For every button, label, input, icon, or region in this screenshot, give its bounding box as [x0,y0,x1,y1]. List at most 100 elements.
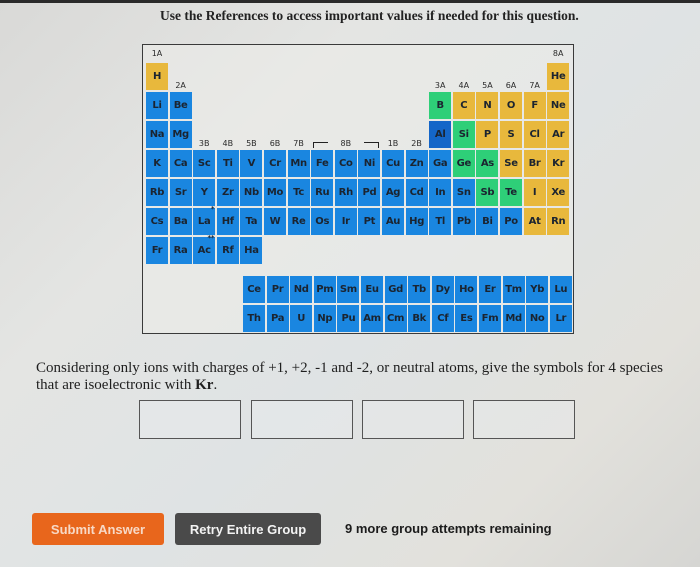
element-fe[interactable]: Fe [311,150,334,177]
element-nd[interactable]: Nd [290,276,313,303]
element-co[interactable]: Co [334,150,357,177]
element-tb[interactable]: Tb [408,276,431,303]
answer-field-4[interactable] [473,400,575,439]
element-ar[interactable]: Ar [547,121,570,148]
element-ba[interactable]: Ba [169,208,192,235]
element-ac[interactable]: Ac ** [193,235,216,264]
element-i[interactable]: I [523,179,546,206]
element-bi[interactable]: Bi [476,208,499,235]
element-th[interactable]: Th [243,305,265,332]
element-ag[interactable]: Ag [382,179,404,206]
element-p[interactable]: P [476,121,499,148]
element-es[interactable]: Es [455,305,478,332]
element-zr[interactable]: Zr [216,179,239,206]
element-ru[interactable]: Ru [311,179,334,206]
element-ce[interactable]: Ce [243,276,265,303]
element-ge[interactable]: Ge [452,150,475,177]
element-cl[interactable]: Cl [523,121,546,148]
element-v[interactable]: V [240,150,263,177]
element-ra[interactable]: Ra [169,237,192,264]
element-lu[interactable]: Lu [549,276,572,303]
element-br[interactable]: Br [523,150,546,177]
element-at[interactable]: At [523,208,546,235]
element-se[interactable]: Se [500,150,522,177]
element-ga[interactable]: Ga [429,150,452,177]
element-hf[interactable]: Hf [216,208,239,235]
element-lr[interactable]: Lr [549,305,572,332]
element-f[interactable]: F [523,92,546,119]
element-mn[interactable]: Mn [287,150,310,177]
element-au[interactable]: Au [382,208,404,235]
element-li[interactable]: Li [146,92,168,119]
element-k[interactable]: K [146,150,168,177]
element-ne[interactable]: Ne [547,92,570,119]
element-xe[interactable]: Xe [547,179,570,206]
element-ni[interactable]: Ni [358,150,381,177]
element-pa[interactable]: Pa [266,305,289,332]
element-am[interactable]: Am [361,305,383,332]
element-re[interactable]: Re [287,208,310,235]
submit-answer-button[interactable]: Submit Answer [32,513,164,545]
element-pr[interactable]: Pr [266,276,289,303]
element-ta[interactable]: Ta [240,208,263,235]
element-rb[interactable]: Rb [146,179,168,206]
element-cf[interactable]: Cf [431,305,454,332]
retry-entire-group-button[interactable]: Retry Entire Group [175,513,321,545]
element-c[interactable]: C [452,92,475,119]
element-tm[interactable]: Tm [502,276,525,303]
element-y[interactable]: Y [193,179,216,206]
element-fm[interactable]: Fm [479,305,501,332]
element-be[interactable]: Be [169,92,192,119]
element-yb[interactable]: Yb [526,276,549,303]
element-dy[interactable]: Dy [431,276,454,303]
element-w[interactable]: W [264,208,286,235]
element-er[interactable]: Er [479,276,501,303]
element-si[interactable]: Si [452,121,475,148]
element-os[interactable]: Os [311,208,334,235]
answer-field-2[interactable] [251,400,353,439]
element-eu[interactable]: Eu [361,276,383,303]
element-cd[interactable]: Cd [405,179,428,206]
element-pb[interactable]: Pb [452,208,475,235]
element-rh[interactable]: Rh [334,179,357,206]
element-po[interactable]: Po [500,208,522,235]
element-la[interactable]: La * [193,206,216,235]
element-n[interactable]: N [476,92,499,119]
element-mo[interactable]: Mo [264,179,286,206]
element-gd[interactable]: Gd [384,276,407,303]
element-kr[interactable]: Kr [547,150,570,177]
element-ca[interactable]: Ca [169,150,192,177]
element-pd[interactable]: Pd [358,179,381,206]
element-cs[interactable]: Cs [146,208,168,235]
element-cm[interactable]: Cm [384,305,407,332]
element-pu[interactable]: Pu [337,305,360,332]
element-rn[interactable]: Rn [547,208,570,235]
element-ir[interactable]: Ir [334,208,357,235]
element-o[interactable]: O [500,92,522,119]
element-ho[interactable]: Ho [455,276,478,303]
element-sn[interactable]: Sn [452,179,475,206]
element-bk[interactable]: Bk [408,305,431,332]
element-pm[interactable]: Pm [313,276,336,303]
element-pt[interactable]: Pt [358,208,381,235]
element-no[interactable]: No [526,305,549,332]
element-s[interactable]: S [500,121,522,148]
element-fr[interactable]: Fr [146,237,168,264]
element-cu[interactable]: Cu [382,150,404,177]
element-tl[interactable]: Tl [429,208,452,235]
element-sb[interactable]: Sb [476,179,499,206]
element-te[interactable]: Te [500,179,522,206]
element-zn[interactable]: Zn [405,150,428,177]
element-as[interactable]: As [476,150,499,177]
element-ha[interactable]: Ha [240,237,263,264]
element-na[interactable]: Na [146,121,168,148]
element-np[interactable]: Np [313,305,336,332]
element-sr[interactable]: Sr [169,179,192,206]
element-u[interactable]: U [290,305,313,332]
element-hg[interactable]: Hg [405,208,428,235]
element-sm[interactable]: Sm [337,276,360,303]
element-he[interactable]: He [547,63,570,90]
element-nb[interactable]: Nb [240,179,263,206]
element-in[interactable]: In [429,179,452,206]
element-ti[interactable]: Ti [216,150,239,177]
